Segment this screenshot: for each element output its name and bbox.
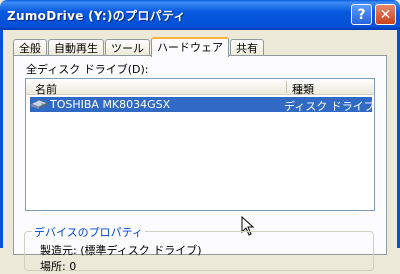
manufacturer-text: 製造元: (標準ディスク ドライブ) xyxy=(40,244,202,257)
tab-tools[interactable]: ツール xyxy=(105,39,150,56)
tab-strip: 全般 自動再生 ツール ハードウェア 共有 xyxy=(13,36,265,57)
column-header-name[interactable]: 名前 xyxy=(35,81,57,97)
list-item[interactable]: TOSHIBA MK8034GSX ディスク ドライブ xyxy=(30,97,375,113)
device-properties-group: デバイスのプロパティ 製造元: (標準ディスク ドライブ) 場所: 0 xyxy=(24,224,374,273)
tab-hardware[interactable]: ハードウェア xyxy=(151,37,229,57)
close-button[interactable]: ✕ xyxy=(375,4,396,25)
column-separator[interactable] xyxy=(286,81,287,93)
disk-drive-list[interactable]: 名前 種類 TOSHIBA MK8034GSX ディスク ドライブ xyxy=(25,78,375,236)
disk-list-label: 全ディスク ドライブ(D): xyxy=(26,63,149,76)
device-name: TOSHIBA MK8034GSX xyxy=(50,98,171,111)
hard-disk-icon xyxy=(30,99,48,109)
tab-sharing[interactable]: 共有 xyxy=(230,39,264,56)
device-type: ディスク ドライブ xyxy=(284,100,375,113)
list-header: 名前 種類 xyxy=(26,79,374,97)
column-header-type[interactable]: 種類 xyxy=(292,81,314,97)
help-button[interactable]: ? xyxy=(351,4,372,25)
window-title: ZumoDrive (Y:)のプロパティ xyxy=(7,9,186,23)
location-text: 場所: 0 xyxy=(40,260,77,273)
group-title: デバイスのプロパティ xyxy=(32,224,146,240)
tab-general[interactable]: 全般 xyxy=(13,39,47,56)
hardware-tab-panel: 全ディスク ドライブ(D): 名前 種類 TOSHIBA MK8034GSX デ… xyxy=(13,55,387,273)
tab-autoplay[interactable]: 自動再生 xyxy=(48,39,104,56)
title-bar[interactable]: ZumoDrive (Y:)のプロパティ ? ✕ xyxy=(0,0,400,30)
dialog-body: 全般 自動再生 ツール ハードウェア 共有 全ディスク ドライブ(D): 名前 … xyxy=(0,30,400,273)
